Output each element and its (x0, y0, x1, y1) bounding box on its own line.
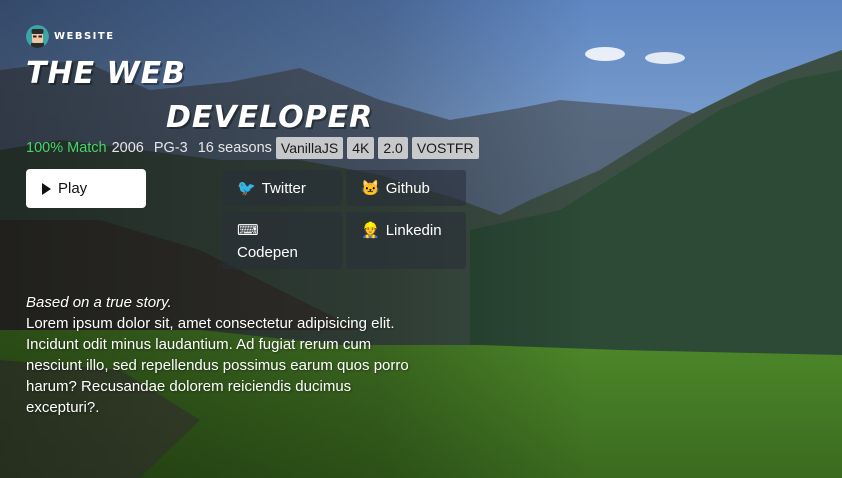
play-button-label: Play (58, 180, 88, 197)
worker-icon: 👷 (361, 222, 380, 239)
codepen-link[interactable]: ⌨ Codepen (222, 212, 342, 269)
linkedin-link[interactable]: 👷 Linkedin (346, 212, 466, 269)
twitter-label: Twitter (261, 180, 306, 197)
badge-audio: 2.0 (378, 137, 408, 159)
title-line-1: THE WEB (26, 56, 186, 91)
title-line-2: DEVELOPER (166, 100, 374, 135)
social-links: 🐦 Twitter 🐱 Github ⌨ Codepen 👷 Linkedin (222, 170, 466, 269)
brand-label: WEBSITE (54, 31, 115, 42)
developer-avatar-icon (26, 25, 49, 48)
github-label: Github (385, 180, 430, 197)
content-rating: PG-3 (153, 140, 188, 156)
brand[interactable]: WEBSITE (26, 25, 115, 48)
badge-vostfr: VOSTFR (411, 137, 479, 159)
linkedin-label: Linkedin (385, 222, 442, 239)
twitter-link[interactable]: 🐦 Twitter (222, 170, 342, 206)
github-link[interactable]: 🐱 Github (346, 170, 466, 206)
hero-stage: WEBSITE THE WEB DEVELOPER 100% Match 200… (0, 0, 842, 478)
description: Based on a true story. Lorem ipsum dolor… (26, 292, 426, 418)
description-body: Lorem ipsum dolor sit, amet consectetur … (26, 315, 409, 416)
bird-icon: 🐦 (237, 180, 256, 197)
release-year: 2006 (111, 140, 144, 156)
page-title: THE WEB DEVELOPER (26, 52, 373, 140)
keyboard-icon: ⌨ (237, 222, 259, 239)
description-tagline: Based on a true story. (26, 294, 172, 311)
play-button[interactable]: Play (26, 169, 146, 208)
badge-vanillajs: VanillaJS (275, 137, 344, 159)
play-icon (42, 182, 51, 195)
cat-icon: 🐱 (361, 180, 380, 197)
codepen-label: Codepen (237, 244, 298, 261)
meta-row: 100% Match 2006 PG-3 16 seasons VanillaJ… (26, 137, 483, 159)
badge-4k: 4K (347, 137, 375, 159)
match-score: 100% Match (26, 140, 107, 156)
season-count: 16 seasons (197, 140, 272, 156)
